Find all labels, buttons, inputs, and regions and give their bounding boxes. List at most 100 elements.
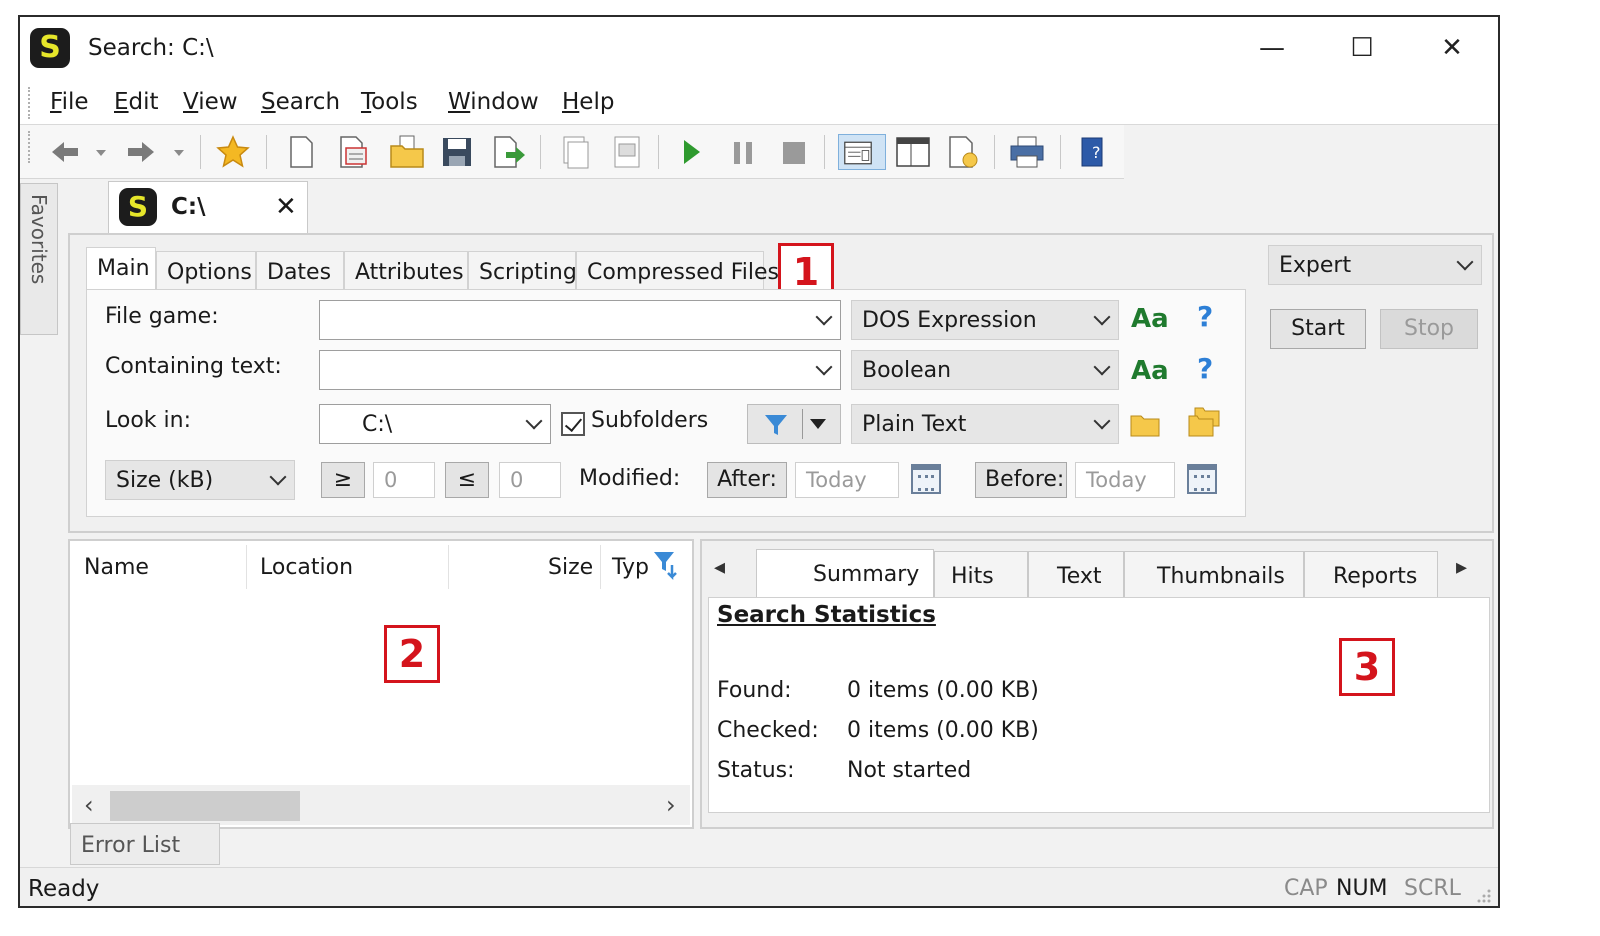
calendar-icon[interactable]	[911, 464, 941, 494]
print-preview-icon[interactable]	[608, 134, 646, 170]
scroll-right-icon[interactable]: ›	[666, 791, 676, 819]
search-mode-select[interactable]: Expert	[1268, 245, 1482, 285]
tab-attributes[interactable]: Attributes	[344, 251, 468, 289]
tab-reports[interactable]: Reports	[1304, 551, 1438, 597]
open-document-icon[interactable]	[334, 134, 372, 170]
tab-text[interactable]: Text	[1028, 551, 1124, 597]
copy-page-icon[interactable]	[556, 134, 594, 170]
menu-search[interactable]: Search	[261, 89, 340, 115]
file-name-combo[interactable]	[319, 300, 841, 340]
maximize-button[interactable]: ☐	[1342, 29, 1382, 69]
help-icon[interactable]: ?	[1197, 300, 1213, 333]
menu-view[interactable]: View	[183, 89, 238, 115]
tab-scroll-right-icon[interactable]: ▸	[1456, 555, 1467, 580]
save-icon[interactable]	[438, 134, 476, 170]
open-folder-icon[interactable]	[388, 134, 426, 170]
containing-text-mode-select[interactable]: Boolean	[851, 350, 1119, 390]
scrollbar-thumb[interactable]	[110, 791, 300, 821]
menu-edit[interactable]: Edit	[114, 89, 159, 115]
split-view-icon[interactable]	[894, 134, 932, 170]
document-tab-strip: S C:\ ✕	[64, 181, 1498, 233]
start-button[interactable]: Start	[1270, 309, 1366, 349]
calendar-icon[interactable]	[1187, 464, 1217, 494]
greater-equal-button[interactable]: ≥	[321, 462, 365, 498]
tab-thumbnails[interactable]: Thumbnails	[1124, 551, 1304, 597]
less-equal-button[interactable]: ≤	[445, 462, 489, 498]
menu-tools[interactable]: Tools	[361, 89, 418, 115]
column-filter-icon[interactable]	[652, 549, 684, 583]
column-header-type[interactable]: Typ	[612, 555, 649, 580]
menu-window[interactable]: Window	[448, 89, 539, 115]
minimize-button[interactable]: —	[1252, 29, 1292, 69]
app-logo-icon: S	[30, 28, 70, 68]
error-list-tab[interactable]: Error List	[70, 823, 220, 865]
back-dropdown-icon[interactable]	[82, 134, 106, 170]
pause-icon[interactable]	[724, 134, 762, 170]
containing-text-combo[interactable]	[319, 350, 841, 390]
menu-help[interactable]: Help	[562, 89, 614, 115]
browse-folder-icon[interactable]	[1129, 410, 1161, 438]
printer-icon[interactable]	[1008, 134, 1046, 170]
start-play-icon[interactable]	[672, 134, 710, 170]
after-date-input[interactable]: Today	[795, 462, 899, 498]
favorites-sidebar-tab[interactable]: Favorites	[20, 183, 58, 335]
size-unit-select[interactable]: Size (kB)	[105, 460, 295, 500]
after-button[interactable]: After:	[707, 462, 787, 498]
before-date-input[interactable]: Today	[1075, 462, 1175, 498]
star-favorite-icon[interactable]	[214, 134, 252, 170]
toolbar-separator	[540, 135, 541, 169]
summary-content: Search Statistics Found: 0 items (0.00 K…	[708, 597, 1490, 813]
layout-pane-icon[interactable]	[838, 134, 886, 170]
column-header-location[interactable]: Location	[260, 555, 353, 580]
scroll-left-icon[interactable]: ‹	[84, 791, 94, 819]
tab-hits[interactable]: Hits	[934, 551, 1028, 597]
column-header-size[interactable]: Size	[548, 555, 593, 580]
callout-marker-3: 3	[1339, 638, 1395, 696]
tab-compressed-files[interactable]: Compressed Files	[576, 251, 779, 289]
details-pane: ◂ Summary Hits Text Thumbnails Reports ▸…	[700, 539, 1494, 829]
forward-arrow-icon[interactable]	[122, 134, 160, 170]
tab-dates[interactable]: Dates	[256, 251, 344, 289]
file-name-mode-select[interactable]: DOS Expression	[851, 300, 1119, 340]
doc-tab-label: C:\	[171, 194, 206, 220]
menu-bar: File Edit View Search Tools Window Help	[20, 81, 1498, 125]
doc-tab-c-drive[interactable]: S C:\ ✕	[108, 181, 308, 233]
filter-split-button[interactable]	[747, 404, 841, 444]
stop-icon[interactable]	[774, 134, 812, 170]
tab-summary[interactable]: Summary	[756, 549, 934, 599]
close-tab-icon[interactable]: ✕	[275, 192, 297, 222]
subfolders-checkbox[interactable]	[561, 412, 585, 436]
status-label: Status:	[717, 758, 795, 783]
tab-options[interactable]: Options	[156, 251, 256, 289]
forward-dropdown-icon[interactable]	[160, 134, 184, 170]
help-icon[interactable]: ?	[1197, 352, 1213, 385]
back-arrow-icon[interactable]	[46, 134, 84, 170]
horizontal-scrollbar[interactable]: ‹ ›	[72, 785, 690, 825]
column-divider[interactable]	[600, 545, 601, 589]
column-header-name[interactable]: Name	[84, 555, 149, 580]
tab-scripting[interactable]: Scripting	[468, 251, 577, 289]
subfolders-label: Subfolders	[591, 408, 709, 433]
help-book-icon[interactable]: ?	[1074, 134, 1112, 170]
close-window-button[interactable]: ✕	[1432, 29, 1472, 69]
match-case-icon[interactable]: Aa	[1131, 356, 1169, 386]
tab-main[interactable]: Main	[86, 247, 156, 291]
resize-grip-icon[interactable]	[1476, 888, 1492, 904]
text-type-select[interactable]: Plain Text	[851, 404, 1119, 444]
report-icon[interactable]	[944, 134, 982, 170]
export-icon[interactable]	[490, 134, 528, 170]
column-divider[interactable]	[448, 545, 449, 589]
column-divider[interactable]	[246, 545, 247, 589]
tab-scroll-left-icon[interactable]: ◂	[714, 555, 725, 580]
toolbar-separator	[824, 135, 825, 169]
size-max-input[interactable]: 0	[499, 462, 561, 498]
new-document-icon[interactable]	[282, 134, 320, 170]
look-in-combo[interactable]: C:\	[319, 404, 551, 444]
toolbar-separator	[658, 135, 659, 169]
multiple-folders-icon[interactable]	[1187, 406, 1221, 438]
before-button[interactable]: Before:	[975, 462, 1067, 498]
menu-file[interactable]: File	[50, 89, 89, 115]
match-case-icon[interactable]: Aa	[1131, 304, 1169, 334]
stop-button[interactable]: Stop	[1380, 309, 1478, 349]
size-min-input[interactable]: 0	[373, 462, 435, 498]
